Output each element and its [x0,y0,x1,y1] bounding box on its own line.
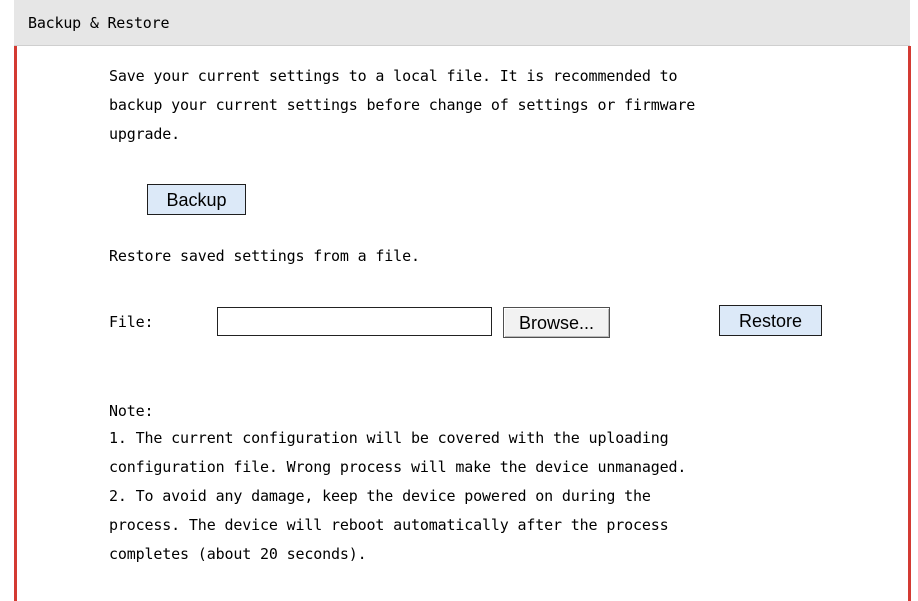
backup-description-line-2: backup your current settings before chan… [109,96,696,114]
panel-left-border [14,46,17,601]
note-line-5: completes (about 20 seconds). [109,545,367,563]
note-line-4: process. The device will reboot automati… [109,516,669,534]
backup-description-line-1: Save your current settings to a local fi… [109,67,678,85]
restore-description: Restore saved settings from a file. [109,247,420,265]
note-heading: Note: [109,402,154,420]
file-path-input[interactable] [217,307,492,336]
panel-title: Backup & Restore [28,14,170,32]
note-line-3: 2. To avoid any damage, keep the device … [109,487,651,505]
panel-header: Backup & Restore [14,0,910,46]
backup-description-line-3: upgrade. [109,125,181,143]
backup-restore-panel: Backup & Restore Save your current setti… [0,0,918,601]
panel-right-border [908,46,911,601]
file-label: File: [109,313,154,331]
backup-button[interactable]: Backup [147,184,246,215]
note-line-2: configuration file. Wrong process will m… [109,458,687,476]
restore-button[interactable]: Restore [719,305,822,336]
note-line-1: 1. The current configuration will be cov… [109,429,669,447]
browse-button[interactable]: Browse... [503,307,610,338]
